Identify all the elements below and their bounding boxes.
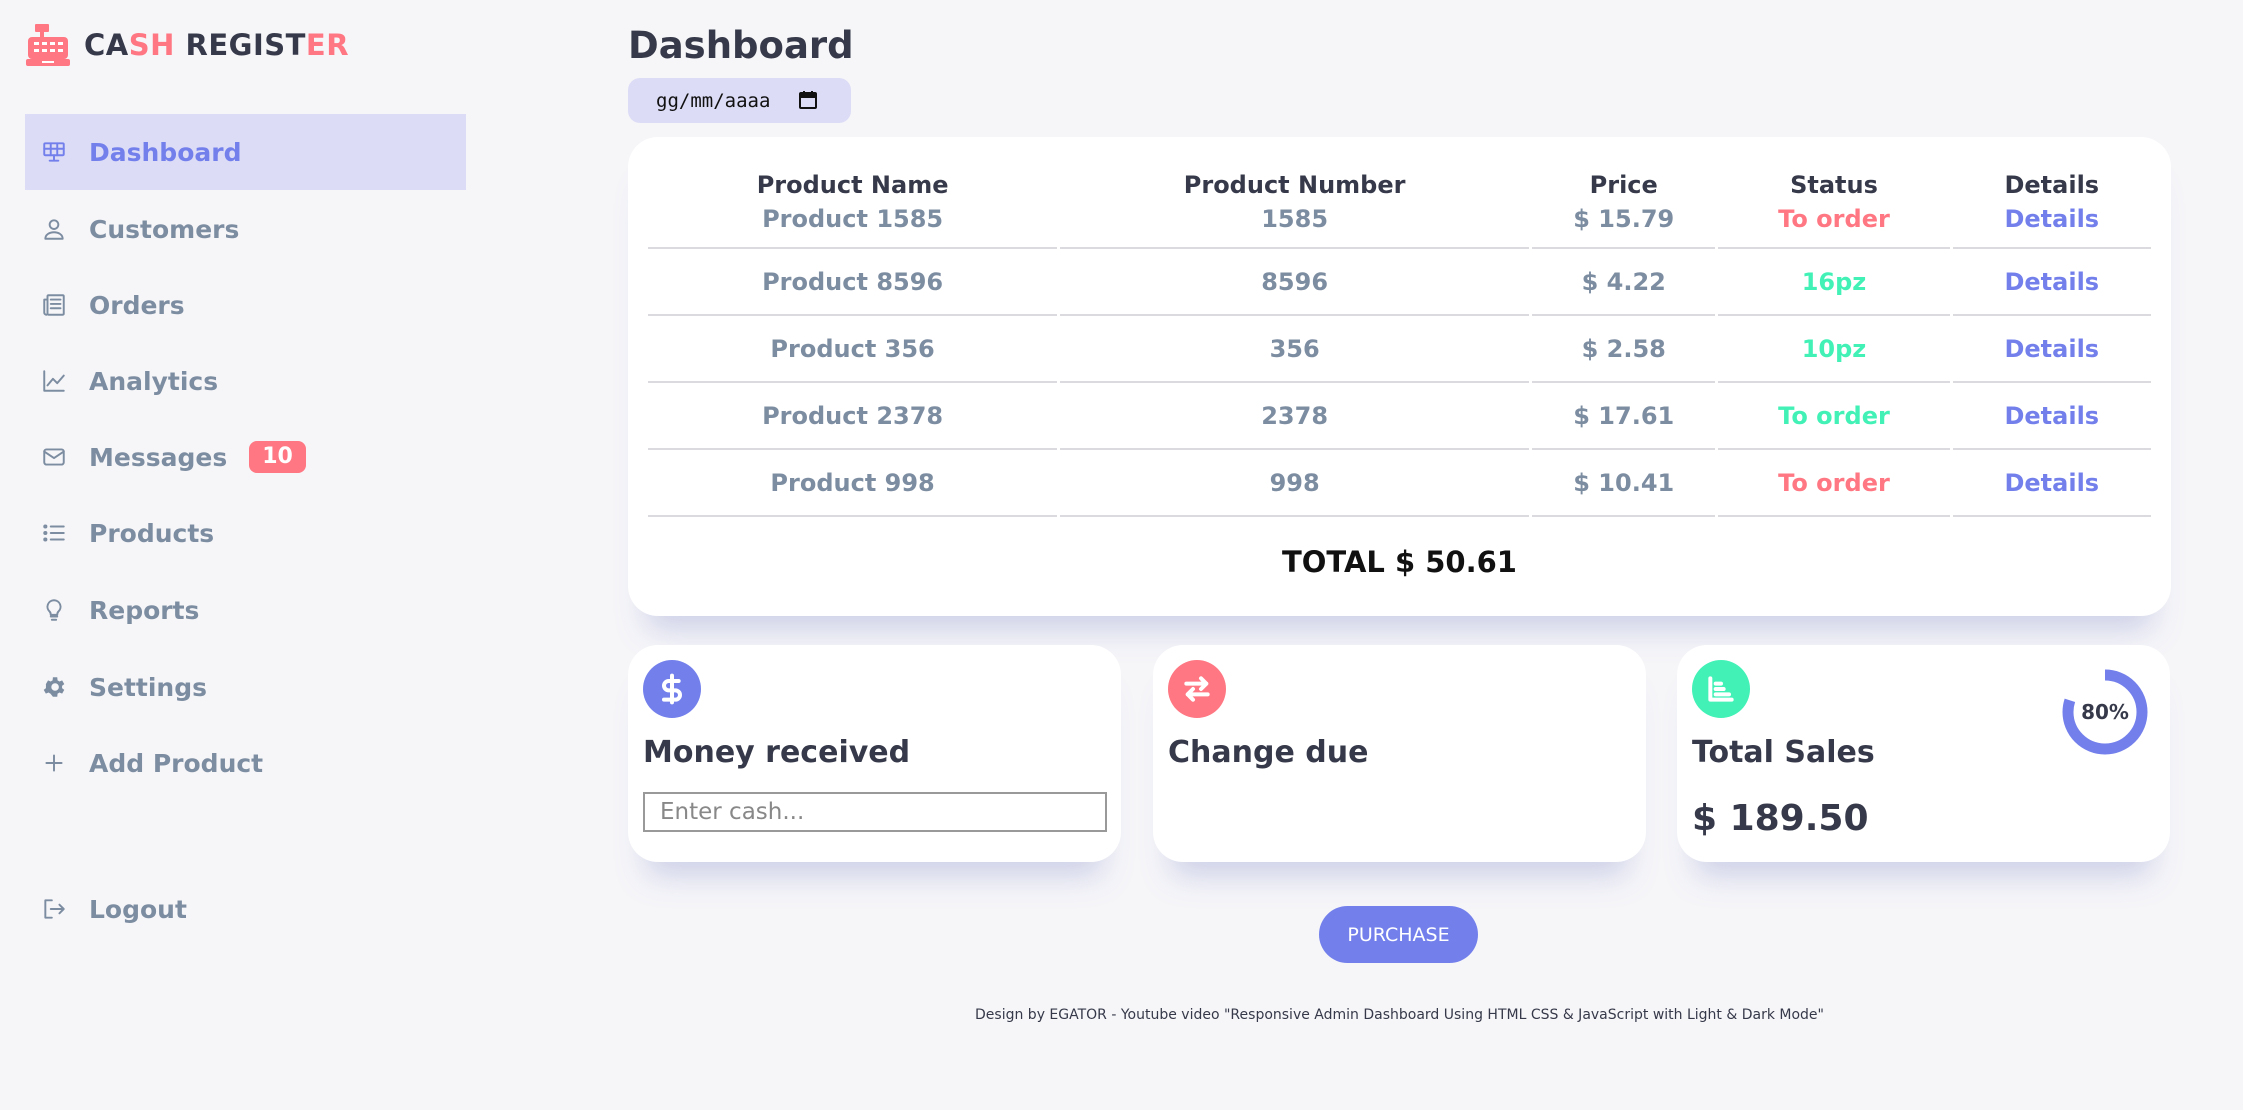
price-cell: $ 2.58 [1532,316,1716,383]
change-due-card: Change due [1153,645,1646,862]
lightbulb-icon [39,595,69,625]
order-total: TOTAL $ 50.61 [1282,545,1517,579]
total-sales-card: Total Sales $ 189.50 80% [1677,645,2170,862]
sidebar-item-label: Analytics [89,366,219,396]
product-name-cell: Product 1585 [648,205,1058,249]
product-number-cell: 356 [1060,316,1530,383]
status-cell: To order [1718,383,1950,450]
status-cell: To order [1718,450,1950,517]
product-number-cell: 8596 [1060,249,1530,316]
sidebar-item-label: Settings [89,672,208,702]
swap-icon [1168,660,1226,718]
sidebar-item-label: Orders [89,290,185,320]
date-input-text: gg/mm/aaaa [656,89,771,112]
sidebar-item-orders[interactable]: Orders [25,267,466,343]
date-input[interactable]: gg/mm/aaaa [628,78,851,123]
table-row: Product 8596 8596 $ 4.22 16pz Details [648,249,2151,316]
column-header-product-name: Product Name [756,171,949,199]
brand-name: CASH REGISTER [84,28,350,62]
cash-input[interactable] [643,792,1107,832]
receipt-icon [39,290,69,320]
details-link[interactable]: Details [1952,383,2151,450]
details-link[interactable]: Details [1952,316,2151,383]
column-header-details: Details [2004,171,2100,199]
sidebar-item-reports[interactable]: Reports [25,572,466,648]
sidebar-item-label: Messages [89,442,228,472]
price-cell: $ 4.22 [1532,249,1716,316]
sidebar-item-messages[interactable]: Messages 10 [25,419,466,495]
sidebar-item-dashboard[interactable]: Dashboard [25,114,466,190]
sidebar-item-analytics[interactable]: Analytics [25,343,466,419]
dashboard-icon [39,137,69,167]
footer-credit: Design by EGATOR - Youtube video "Respon… [975,1007,1824,1023]
calendar-icon[interactable] [798,90,818,110]
sidebar-item-customers[interactable]: Customers [25,191,466,267]
status-cell: 10pz [1718,316,1950,383]
price-cell: $ 15.79 [1532,205,1716,249]
sidebar-item-add-product[interactable]: Add Product [25,725,466,801]
details-link[interactable]: Details [1952,450,2151,517]
money-received-title: Money received [643,735,911,770]
plus-icon [39,748,69,778]
total-sales-amount: $ 189.50 [1692,798,1869,839]
details-link[interactable]: Details [1952,205,2151,249]
table-row: Product 998 998 $ 10.41 To order Details [648,450,2151,517]
page-title: Dashboard [628,24,854,67]
money-received-card: Money received [628,645,1121,862]
details-link[interactable]: Details [1952,249,2151,316]
table-row: Product 2378 2378 $ 17.61 To order Detai… [648,383,2151,450]
purchase-button[interactable]: PURCHASE [1319,906,1478,963]
price-cell: $ 10.41 [1532,450,1716,517]
cash-register-icon [26,24,70,66]
sidebar-item-label: Dashboard [89,137,242,167]
logout-icon [39,894,69,924]
sidebar-item-logout[interactable]: Logout [25,871,466,947]
product-name-cell: Product 2378 [648,383,1058,450]
sidebar-item-products[interactable]: Products [25,495,466,571]
sidebar-item-label: Add Product [89,748,264,778]
dollar-icon [643,660,701,718]
total-sales-title: Total Sales [1692,735,1875,770]
product-name-cell: Product 8596 [648,249,1058,316]
gear-icon [39,672,69,702]
sidebar-item-label: Reports [89,595,200,625]
change-due-title: Change due [1168,735,1369,770]
sidebar-item-label: Products [89,518,215,548]
table-row: Product 1585 1585 $ 15.79 To order Detai… [648,205,2151,249]
sidebar: CASH REGISTER Dashboard Customers Orders… [0,0,470,1110]
bar-chart-icon [1692,660,1750,718]
status-cell: To order [1718,205,1950,249]
sidebar-item-label: Customers [89,214,240,244]
product-name-cell: Product 356 [648,316,1058,383]
product-name-cell: Product 998 [648,450,1058,517]
column-header-status: Status [1790,171,1878,199]
orders-table: Product Name Product Number Price Status… [645,165,2154,517]
sales-progress-label: 80% [2081,700,2129,724]
sidebar-item-settings[interactable]: Settings [25,649,466,725]
person-icon [39,214,69,244]
price-cell: $ 17.61 [1532,383,1716,450]
mail-icon [39,442,69,472]
column-header-price: Price [1589,171,1658,199]
table-header-row: Product Name Product Number Price Status… [648,165,2151,205]
product-number-cell: 1585 [1060,205,1530,249]
product-number-cell: 2378 [1060,383,1530,450]
column-header-product-number: Product Number [1183,171,1406,199]
list-icon [39,518,69,548]
messages-count-badge: 10 [249,441,306,473]
product-number-cell: 998 [1060,450,1530,517]
sidebar-item-label: Logout [89,894,187,924]
orders-table-card: Product Name Product Number Price Status… [628,137,2171,616]
status-cell: 16pz [1718,249,1950,316]
logo: CASH REGISTER [25,20,349,70]
insights-icon [39,366,69,396]
table-row: Product 356 356 $ 2.58 10pz Details [648,316,2151,383]
